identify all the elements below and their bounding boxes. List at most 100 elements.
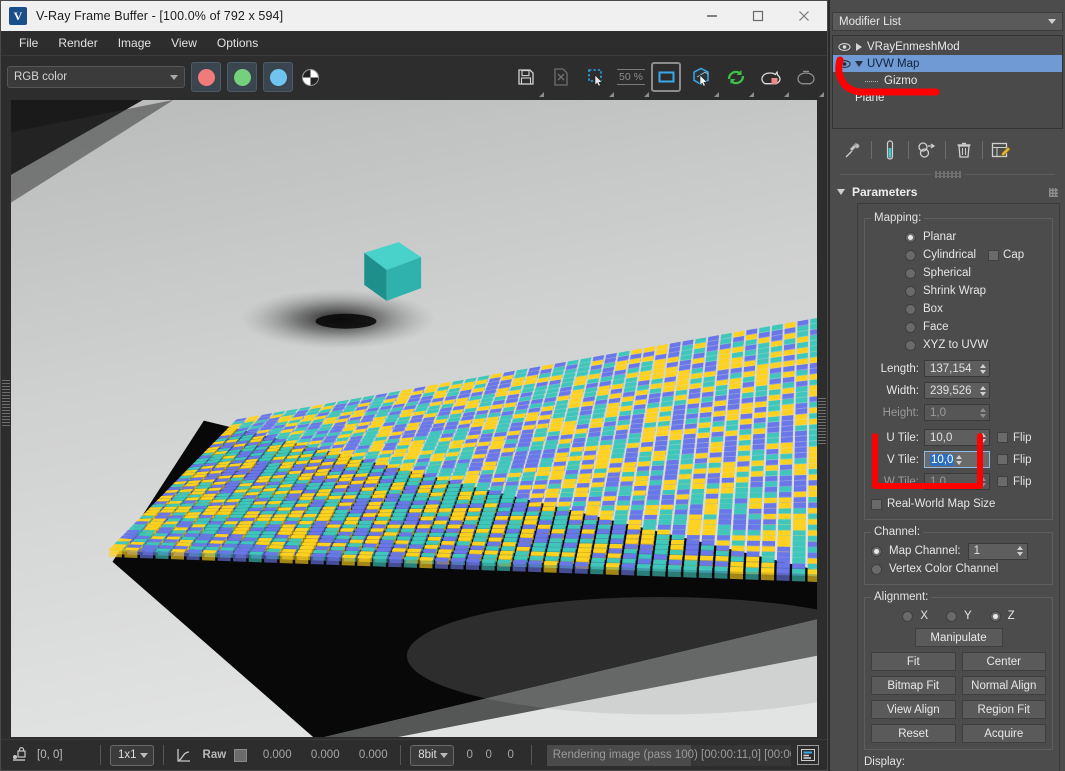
- cube-top-face: [780, 459, 793, 465]
- region-fit-button[interactable]: Region Fit: [961, 700, 1046, 719]
- stop-render-icon[interactable]: [756, 62, 789, 97]
- expand-arrow-icon[interactable]: [852, 42, 865, 51]
- zoom-ratio-dropdown[interactable]: 1x1: [110, 744, 154, 766]
- show-end-result-icon[interactable]: [877, 138, 903, 162]
- spinner-arrows-icon[interactable]: [1016, 546, 1025, 556]
- blue-channel-button[interactable]: [263, 62, 293, 92]
- rollout-header[interactable]: Parameters: [833, 183, 1062, 201]
- fit-button[interactable]: Fit: [871, 652, 956, 671]
- center-button[interactable]: Center: [961, 652, 1046, 671]
- render-icon[interactable]: [791, 62, 824, 97]
- modifier-list-dropdown[interactable]: Modifier List: [832, 12, 1063, 31]
- view-align-button[interactable]: View Align: [871, 700, 956, 719]
- length-spinner[interactable]: 137,154: [924, 360, 990, 377]
- spinner-arrows-icon[interactable]: [978, 363, 987, 374]
- radio-shrink-wrap[interactable]: Shrink Wrap: [871, 282, 1046, 300]
- configure-modifier-sets-icon[interactable]: [988, 138, 1014, 162]
- cube-top-face: [594, 468, 607, 473]
- cube-top-face: [228, 514, 244, 518]
- cube-top-face: [356, 524, 371, 528]
- alpha-channel-icon[interactable]: [302, 68, 319, 86]
- stack-item-uvw-map[interactable]: UVW Map: [833, 55, 1062, 72]
- left-scrollbar[interactable]: [1, 98, 11, 739]
- bit-depth-dropdown[interactable]: 8bit: [410, 744, 454, 766]
- lock-pixel-icon[interactable]: [9, 747, 29, 763]
- save-image-icon[interactable]: [511, 62, 544, 97]
- stack-subitem-gizmo[interactable]: Gizmo: [833, 72, 1062, 89]
- width-spinner[interactable]: 239,526: [924, 382, 990, 399]
- acquire-button[interactable]: Acquire: [961, 724, 1046, 743]
- right-scrollbar[interactable]: [817, 98, 827, 739]
- radio-face[interactable]: Face: [871, 318, 1046, 336]
- radio-box[interactable]: Box: [871, 300, 1046, 318]
- spinner-arrows-icon[interactable]: [954, 454, 963, 465]
- axis-y[interactable]: Y: [945, 610, 972, 622]
- menu-view[interactable]: View: [161, 33, 207, 53]
- cube-top-face: [301, 493, 316, 497]
- panel-drag-handle[interactable]: [840, 169, 1055, 179]
- bitmap-fit-button[interactable]: Bitmap Fit: [871, 676, 956, 695]
- toggle-visibility-icon[interactable]: [837, 40, 852, 53]
- cube-top-face: [591, 482, 605, 487]
- spinner-arrows-icon[interactable]: [978, 432, 987, 443]
- u-tile-spinner[interactable]: 10,0: [924, 429, 990, 446]
- cube-top-face: [281, 549, 297, 553]
- menu-image[interactable]: Image: [108, 33, 161, 53]
- green-channel-button[interactable]: [227, 62, 257, 92]
- color-swatch[interactable]: [234, 748, 248, 762]
- fit-to-window-icon[interactable]: [651, 62, 681, 92]
- manipulate-button[interactable]: Manipulate: [914, 628, 1003, 647]
- cube-top-face: [525, 511, 540, 516]
- remove-modifier-icon[interactable]: [951, 138, 977, 162]
- vertex-color-channel-row[interactable]: Vertex Color Channel: [871, 560, 1046, 578]
- reset-button[interactable]: Reset: [871, 724, 956, 743]
- menu-render[interactable]: Render: [48, 33, 107, 53]
- radio-planar[interactable]: Planar: [871, 228, 1046, 246]
- toggle-visibility-icon[interactable]: [837, 57, 852, 70]
- menu-file[interactable]: File: [9, 33, 48, 53]
- normal-align-button[interactable]: Normal Align: [961, 676, 1046, 695]
- render-log-icon[interactable]: [797, 745, 819, 765]
- rendered-image[interactable]: [11, 100, 817, 737]
- zoom-level-icon[interactable]: 50 %: [616, 62, 649, 97]
- vray-frame-buffer-window: V V-Ray Frame Buffer - [100.0% of 792 x …: [0, 0, 828, 771]
- pin-stack-icon[interactable]: [840, 138, 866, 162]
- spinner-arrows-icon[interactable]: [978, 385, 987, 396]
- maximize-icon[interactable]: [735, 1, 781, 31]
- u-flip-checkbox[interactable]: [997, 432, 1008, 443]
- real-world-map-size-row[interactable]: Real-World Map Size: [871, 495, 1046, 513]
- refresh-icon[interactable]: [721, 62, 754, 97]
- red-channel-button[interactable]: [191, 62, 221, 92]
- radio-spherical[interactable]: Spherical: [871, 264, 1046, 282]
- right-scroll-grip[interactable]: [818, 398, 826, 444]
- close-icon[interactable]: [781, 1, 827, 31]
- cap-checkbox[interactable]: [988, 249, 1000, 261]
- real-world-checkbox[interactable]: [871, 498, 882, 510]
- radio-cylindrical[interactable]: Cylindrical Cap: [871, 246, 1046, 264]
- make-unique-icon[interactable]: [914, 138, 940, 162]
- region-select-icon[interactable]: [581, 62, 614, 97]
- cube-top-face: [298, 520, 314, 525]
- color-curve-icon[interactable]: [173, 747, 195, 763]
- axis-x[interactable]: X: [902, 610, 928, 622]
- cube-top-face: [625, 539, 639, 544]
- map-channel-row[interactable]: Map Channel: 1: [871, 542, 1046, 560]
- collapse-arrow-icon[interactable]: [852, 60, 865, 67]
- cube-top-face: [589, 491, 603, 497]
- cube-top-face: [573, 496, 587, 502]
- cube-top-face: [430, 528, 445, 533]
- map-channel-spinner[interactable]: 1: [967, 542, 1028, 560]
- axis-z[interactable]: Z: [989, 610, 1015, 622]
- channel-select-dropdown[interactable]: RGB color: [7, 66, 185, 88]
- menu-options[interactable]: Options: [207, 33, 268, 53]
- minimize-icon[interactable]: [689, 1, 735, 31]
- radio-xyz-to-uvw[interactable]: XYZ to UVW: [871, 336, 1046, 354]
- v-flip-checkbox[interactable]: [997, 454, 1008, 465]
- w-flip-checkbox[interactable]: [997, 476, 1008, 487]
- v-tile-spinner[interactable]: 10,0: [924, 451, 990, 468]
- clear-image-icon[interactable]: [546, 62, 576, 92]
- stack-item-vrayenmeshmod[interactable]: VRayEnmeshMod: [833, 38, 1062, 55]
- render-region-icon[interactable]: [686, 62, 719, 97]
- stack-item-plane[interactable]: Plane: [833, 89, 1062, 106]
- left-scroll-grip[interactable]: [2, 380, 10, 426]
